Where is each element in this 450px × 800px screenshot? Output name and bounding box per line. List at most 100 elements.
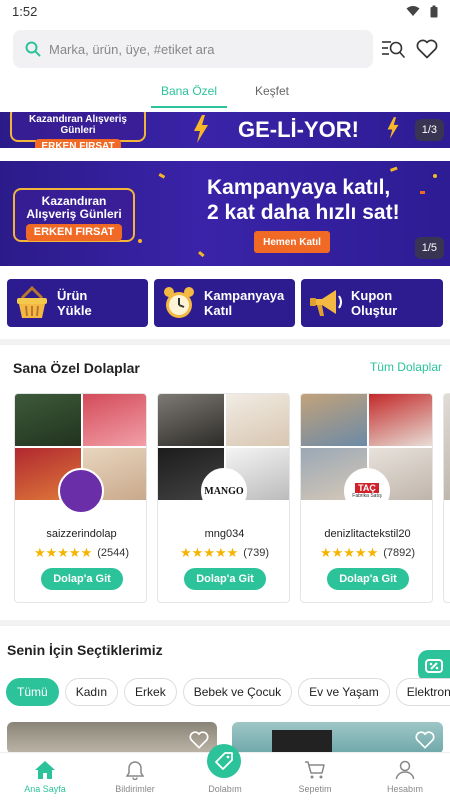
battery-icon [430, 5, 438, 17]
closet-card[interactable]: MANGO mng034 ★★★★★ (739) Dolap'a Git [157, 393, 290, 603]
quick-label-1: Kupon [351, 288, 393, 303]
closet-card[interactable]: TAÇ Fabrika Satış denizlitactekstil20 ★★… [300, 393, 433, 603]
banner-headline-2: 2 kat daha hızlı sat! [207, 201, 400, 224]
rating-count: (2544) [97, 546, 130, 559]
banner-pager: 1/5 [414, 237, 444, 259]
cart-icon [304, 758, 326, 782]
bell-icon [126, 758, 144, 782]
quick-label-2: Yükle [57, 303, 92, 318]
nav-label: Bildirimler [115, 784, 155, 794]
go-to-closet-button[interactable]: Dolap'a Git [327, 568, 409, 590]
star-icon: ★★★★★ [180, 545, 239, 560]
lightning-icon [387, 117, 399, 139]
section-divider [0, 620, 450, 626]
search-bar[interactable] [13, 30, 373, 68]
ticket-icon [425, 659, 443, 673]
promo-banner-main[interactable]: Kazandıran Alışveriş Günleri ERKEN FIRSA… [0, 161, 450, 266]
search-row [0, 28, 450, 70]
tab-kesfet[interactable]: Keşfet [245, 80, 299, 108]
quick-label-2: Oluştur [351, 303, 398, 318]
chip-ev-yasam[interactable]: Ev ve Yaşam [298, 678, 390, 706]
section-divider [0, 339, 450, 345]
rating-count: (739) [243, 546, 269, 559]
tab-bana-ozel[interactable]: Bana Özel [150, 80, 227, 108]
product-card[interactable] [7, 722, 217, 754]
home-screen: 1:52 Bana Özel Keşfet Kazandıran Alışver… [0, 0, 450, 800]
nav-label: Sepetim [298, 784, 332, 794]
status-bar: 1:52 [0, 0, 450, 22]
chip-elektronik[interactable]: Elektronik [395, 678, 450, 706]
closet-username: denizlitactekstil20 [324, 528, 411, 540]
closet-rating: ★★★★★ (7892) [301, 545, 432, 560]
chip-kadin[interactable]: Kadın [64, 678, 119, 706]
closet-card[interactable]: saizzerindolap ★★★★★ (2544) Dolap'a Git [14, 393, 147, 603]
closet-card-partial[interactable] [443, 393, 450, 603]
quick-label-1: Ürün [57, 288, 88, 303]
banner-headline-1: Kampanyaya katıl, [207, 176, 391, 199]
wifi-icon [406, 6, 420, 16]
promo-banner-top[interactable]: Kazandıran Alışveriş Günleri ERKEN FIRSA… [0, 112, 450, 148]
nav-home[interactable]: Ana Sayfa [0, 753, 90, 800]
chip-tumu[interactable]: Tümü [6, 678, 59, 706]
hemen-katil-button[interactable]: Hemen Katıl [254, 231, 330, 253]
category-chips: Tümü Kadın Erkek Bebek ve Çocuk Ev ve Ya… [6, 678, 450, 708]
tab-bar: Bana Özel Keşfet [0, 80, 450, 108]
closet-rating: ★★★★★ (739) [158, 545, 289, 560]
nav-notifications[interactable]: Bildirimler [90, 753, 180, 800]
search-input[interactable] [49, 41, 349, 57]
promo-badge-sub: ERKEN FIRSAT [25, 224, 123, 241]
rating-count: (7892) [383, 546, 416, 559]
heart-icon [416, 39, 438, 59]
heart-icon[interactable] [189, 730, 209, 750]
status-time: 1:52 [12, 3, 38, 19]
picks-title: Senin İçin Seçtiklerimiz [7, 642, 163, 658]
search-list-button[interactable] [380, 36, 406, 62]
search-list-icon [382, 41, 405, 58]
megaphone-icon [307, 284, 345, 322]
star-icon: ★★★★★ [319, 545, 379, 560]
closets-title: Sana Özel Dolaplar [13, 360, 140, 376]
promo-badge-sub: ERKEN FIRSAT [35, 139, 121, 148]
lightning-icon [194, 115, 208, 143]
promo-badge: Kazandıran Alışveriş Günleri ERKEN FIRSA… [10, 112, 146, 148]
nav-cart[interactable]: Sepetim [270, 753, 360, 800]
banner-headline: GE-Lİ-YOR! [238, 117, 359, 142]
promo-badge-title: Kazandıran Alışveriş Günleri [28, 114, 127, 136]
nav-label: Ana Sayfa [24, 784, 66, 794]
favorites-button[interactable] [414, 36, 440, 62]
product-card[interactable] [232, 722, 443, 754]
nav-label: Hesabım [386, 784, 423, 794]
avatar-brand-text: TAÇ [355, 483, 379, 493]
chip-erkek[interactable]: Erkek [124, 678, 177, 706]
basket-icon [13, 284, 51, 322]
nav-account[interactable]: Hesabım [360, 753, 450, 800]
user-icon [395, 758, 415, 782]
quick-label-1: Kampanyaya [204, 288, 285, 303]
go-to-closet-button[interactable]: Dolap'a Git [184, 568, 266, 590]
tag-icon [215, 752, 233, 770]
nav-label: Dolabım [208, 784, 242, 794]
avatar: TAÇ Fabrika Satış [344, 468, 390, 514]
closet-center-button[interactable] [207, 744, 241, 778]
closets-header: Sana Özel Dolaplar Tüm Dolaplar [0, 358, 450, 384]
picks-header: Senin İçin Seçtiklerimiz [0, 642, 450, 668]
quick-join-campaign[interactable]: Kampanyaya Katıl [154, 279, 295, 327]
alarm-clock-icon [160, 284, 198, 322]
closet-rating: ★★★★★ (2544) [15, 545, 146, 560]
star-icon: ★★★★★ [33, 545, 93, 560]
all-closets-link[interactable]: Tüm Dolaplar [370, 360, 442, 374]
home-icon [34, 758, 56, 782]
avatar-brand-text: MANGO [204, 485, 244, 497]
promo-badge-title-2: Alışveriş Günleri [26, 207, 122, 221]
closet-username: saizzerindolap [46, 528, 117, 540]
go-to-closet-button[interactable]: Dolap'a Git [41, 568, 123, 590]
chip-bebek-cocuk[interactable]: Bebek ve Çocuk [182, 678, 293, 706]
quick-create-coupon[interactable]: Kupon Oluştur [301, 279, 443, 327]
avatar: MANGO [201, 468, 247, 514]
heart-icon[interactable] [415, 730, 435, 750]
quick-upload-product[interactable]: Ürün Yükle [7, 279, 148, 327]
banner-pager: 1/3 [414, 119, 444, 141]
avatar-brand-subtext: Fabrika Satış [352, 493, 382, 499]
search-icon [25, 41, 41, 57]
closet-username: mng034 [204, 528, 245, 540]
